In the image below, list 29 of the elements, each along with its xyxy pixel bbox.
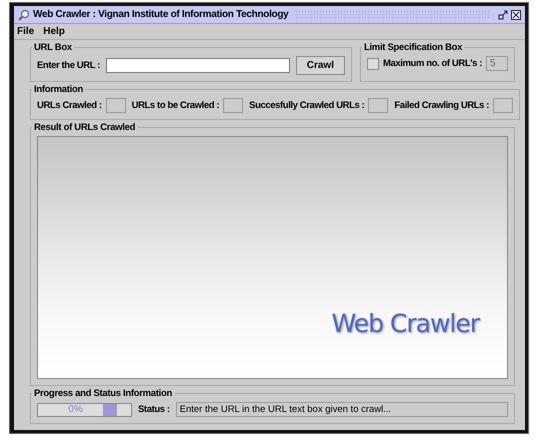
window-title: Web Crawler : Vignan Institute of Information Technology	[33, 9, 288, 20]
status-label: Status :	[138, 404, 170, 415]
group-title: Limit Specification Box	[362, 42, 464, 53]
field-label: Failed Crawling URLs :	[394, 100, 490, 111]
checkbox[interactable]	[366, 58, 379, 70]
group-title: Progress and Status Information	[33, 388, 173, 399]
field-label: Enter the URL :	[37, 60, 100, 71]
count-field	[368, 98, 388, 113]
limit-field[interactable]: 5	[486, 56, 508, 71]
field-label: Succesfully Crawled URLs :	[249, 100, 364, 111]
count-field	[493, 98, 514, 113]
field-label: URLs to be Crawled :	[132, 100, 220, 111]
magnifier-icon	[18, 8, 30, 20]
menu-item[interactable]: Help	[43, 26, 65, 37]
logo-text: Web Crawler	[331, 309, 479, 338]
checkbox-label: Maximum no. of URL's :	[382, 58, 482, 69]
count-field	[106, 98, 126, 113]
group-title: Result of URLs Crawled	[33, 122, 136, 133]
restore-icon[interactable]	[498, 10, 508, 20]
url-input-field[interactable]	[106, 58, 290, 73]
group-title: URL Box	[33, 42, 73, 53]
progress-text: 0%	[68, 404, 83, 415]
group-title: Information	[33, 84, 84, 95]
status-text: Enter the URL in the URL text box given to crawl...	[176, 402, 508, 417]
menu-item[interactable]: File	[17, 26, 34, 37]
count-field	[223, 98, 244, 113]
crawl-button[interactable]: Crawl	[296, 56, 345, 75]
field-label: URLs Crawled :	[37, 100, 102, 111]
close-icon[interactable]	[511, 10, 521, 20]
